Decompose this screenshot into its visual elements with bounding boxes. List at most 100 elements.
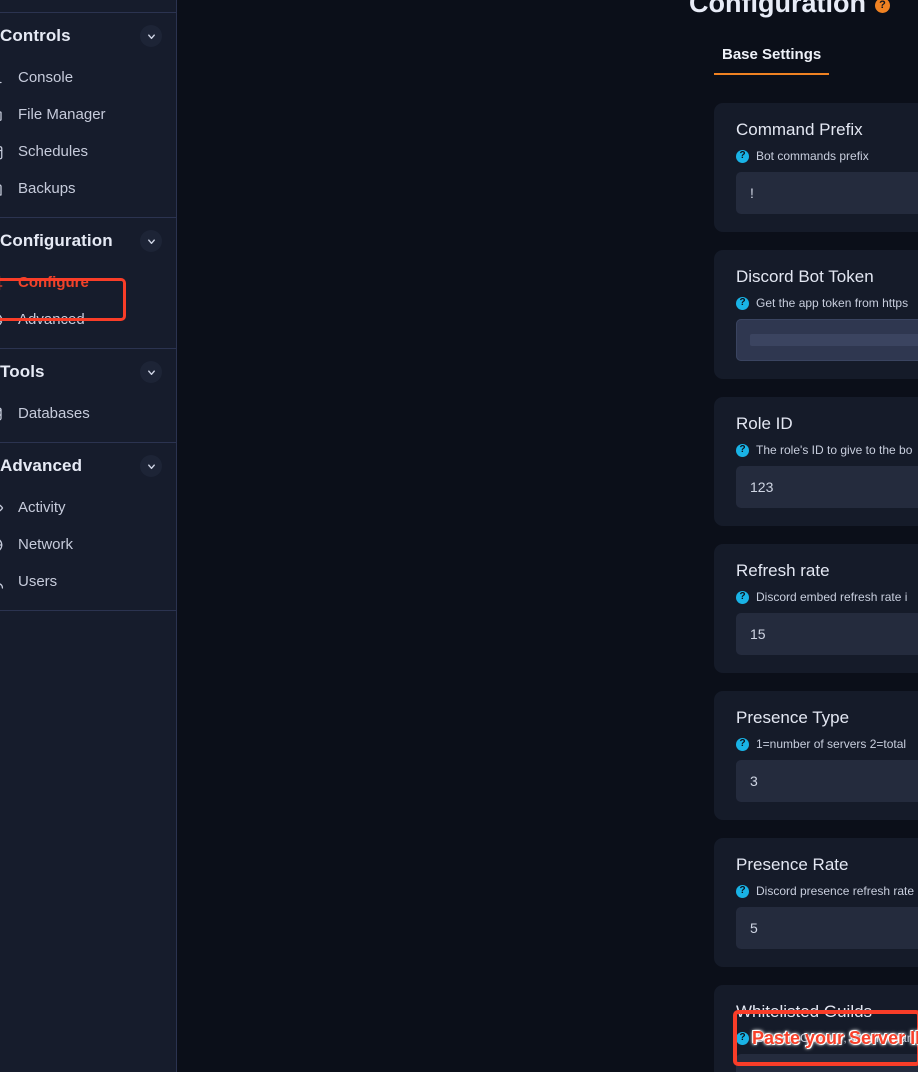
sidebar-divider (0, 610, 176, 611)
setting-card-title: Presence Rate (736, 855, 849, 874)
setting-input-field[interactable] (736, 1054, 918, 1072)
help-circle-icon[interactable]: ? (736, 737, 749, 751)
sidebar-section-advanced: Advanced Activity Network Users (0, 443, 176, 610)
setting-input-value: 5 (750, 920, 758, 936)
sidebar-section-header[interactable]: Configuration (0, 218, 176, 264)
app-root: Controls Console File Manager Schedules Back… (0, 0, 918, 1072)
setting-card: Refresh rate? Discord embed refresh rate … (714, 544, 918, 673)
setting-card-description: ? Discord Guild ID, if more than (736, 1031, 918, 1045)
sidebar-item-activity[interactable]: Activity (0, 489, 176, 526)
sidebar-item-schedules[interactable]: Schedules (0, 133, 176, 170)
setting-input-field[interactable]: 15 (736, 613, 918, 655)
users-icon (0, 571, 6, 593)
setting-card-description-text: Bot commands prefix (756, 149, 869, 163)
sidebar-section-spacer (0, 338, 176, 348)
help-circle-icon[interactable]: ? (736, 1031, 749, 1045)
setting-input-value: 123 (750, 479, 774, 495)
sidebar: Controls Console File Manager Schedules Back… (0, 0, 177, 1072)
sidebar-item-configure[interactable]: Configure (0, 264, 176, 301)
tab-base-settings[interactable]: Base Settings (714, 46, 830, 75)
sidebar-item-backups[interactable]: Backups (0, 170, 176, 207)
sidebar-item-file-manager[interactable]: File Manager (0, 96, 176, 133)
setting-input-field[interactable]: 3 (736, 760, 918, 802)
masked-token-value (750, 334, 918, 346)
setting-card: Role ID? The role's ID to give to the bo 1… (714, 397, 918, 526)
sidebar-item-label: Advanced (18, 311, 85, 328)
sidebar-item-label: Schedules (18, 143, 89, 160)
chevron-down-icon[interactable] (140, 230, 162, 252)
setting-input-value: 3 (750, 773, 758, 789)
setting-card-title: Presence Type (736, 708, 850, 727)
help-circle-icon[interactable]: ? (736, 149, 749, 163)
sidebar-section-header[interactable]: Controls (0, 13, 176, 59)
setting-card: Discord Bot Token? Get the app token from… (714, 250, 918, 379)
setting-card-description-text: Discord embed refresh rate i (756, 590, 908, 604)
setting-input-field[interactable]: 123 (736, 466, 918, 508)
sidebar-section-title: Controls (0, 26, 71, 45)
sidebar-item-label: Activity (18, 499, 66, 516)
setting-input-field[interactable]: ! (736, 172, 918, 214)
setting-card: Presence Type? 1=number of servers 2=tota… (714, 691, 918, 820)
chevron-down-icon[interactable] (140, 361, 162, 383)
sidebar-item-advanced[interactable]: Advanced (0, 301, 176, 338)
help-circle-icon[interactable]: ? (736, 884, 749, 898)
sidebar-section-controls: Controls Console File Manager Schedules Back… (0, 13, 176, 217)
sidebar-item-label: Network (18, 536, 74, 553)
terminal-icon (0, 67, 6, 89)
save-disk-icon (0, 178, 6, 200)
page-title: Configuration ? (689, 0, 890, 19)
setting-card-description-text: Get the app token from https (756, 296, 909, 310)
tab-bar: Base Settings (714, 46, 830, 75)
gear-icon (0, 309, 6, 331)
settings-card-list: Command Prefix? Bot commands prefix! Disco… (714, 103, 918, 1072)
globe-icon (0, 534, 6, 556)
setting-card-title: Whitelisted Guilds (736, 1002, 873, 1021)
setting-card-description: ? The role's ID to give to the bo (736, 443, 918, 457)
main-panel: Configuration ? Base Settings Command Pr… (177, 0, 918, 1072)
chevron-down-icon[interactable] (140, 455, 162, 477)
sidebar-item-console[interactable]: Console (0, 59, 176, 96)
sidebar-section-spacer (0, 207, 176, 217)
sidebar-section-header[interactable]: Tools (0, 349, 176, 395)
setting-input-value: ! (750, 185, 754, 201)
sidebar-section-title: Tools (0, 362, 45, 381)
setting-card-description-text: Discord Guild ID, if more than (756, 1031, 914, 1045)
setting-card-title: Refresh rate (736, 561, 830, 580)
folder-icon (0, 104, 6, 126)
help-circle-icon[interactable]: ? (736, 443, 749, 457)
sidebar-item-label: Console (18, 69, 74, 86)
setting-card-title: Discord Bot Token (736, 267, 874, 286)
sidebar-section-spacer (0, 600, 176, 610)
setting-input-field[interactable]: 5 (736, 907, 918, 949)
sidebar-item-databases[interactable]: Databases (0, 395, 176, 432)
setting-card-description-text: The role's ID to give to the bo (756, 443, 913, 457)
sidebar-section-tools: Tools Databases (0, 349, 176, 442)
sidebar-sections: Controls Console File Manager Schedules Back… (0, 13, 176, 611)
sliders-icon (0, 272, 6, 294)
sidebar-item-users[interactable]: Users (0, 563, 176, 600)
sidebar-section-header[interactable]: Advanced (0, 443, 176, 489)
setting-card-title: Command Prefix (736, 120, 863, 139)
setting-card-description: ? 1=number of servers 2=total (736, 737, 918, 751)
sidebar-item-network[interactable]: Network (0, 526, 176, 563)
setting-card-description-text: Discord presence refresh rate (756, 884, 915, 898)
setting-card-description: ? Get the app token from https (736, 296, 918, 310)
setting-input-value: 15 (750, 626, 766, 642)
sidebar-item-label: Users (18, 573, 58, 590)
sidebar-item-label: File Manager (18, 106, 106, 123)
database-icon (0, 403, 6, 425)
setting-card-description: ? Discord presence refresh rate (736, 884, 918, 898)
setting-card-description: ? Discord embed refresh rate i (736, 590, 918, 604)
page-title-text: Configuration (689, 0, 866, 18)
setting-card-description: ? Bot commands prefix (736, 149, 918, 163)
setting-card: Whitelisted Guilds? Discord Guild ID, if … (714, 985, 918, 1072)
calendar-icon (0, 141, 6, 163)
help-circle-icon[interactable]: ? (736, 590, 749, 604)
chevron-down-icon[interactable] (140, 25, 162, 47)
setting-card-title: Role ID (736, 414, 793, 433)
help-circle-icon[interactable]: ? (736, 296, 749, 310)
help-circle-icon[interactable]: ? (875, 0, 890, 13)
setting-input-field[interactable] (736, 319, 918, 361)
setting-card: Command Prefix? Bot commands prefix! (714, 103, 918, 232)
setting-card-description-text: 1=number of servers 2=total (756, 737, 907, 751)
